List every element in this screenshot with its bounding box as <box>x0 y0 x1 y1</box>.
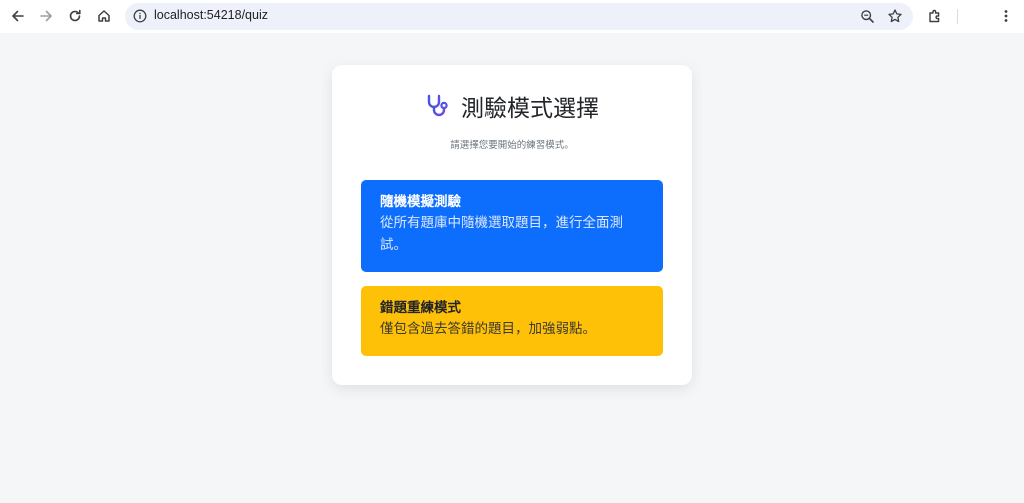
address-bar[interactable]: localhost:54218/quiz <box>125 3 913 30</box>
home-icon <box>98 10 110 22</box>
back-button[interactable] <box>4 2 32 30</box>
stethoscope-icon <box>427 94 448 117</box>
reload-button[interactable] <box>61 2 89 30</box>
wrong-question-review-button[interactable]: 錯題重練模式 僅包含過去答錯的題目，加強弱點。 <box>361 286 663 356</box>
toolbar-divider <box>957 9 958 24</box>
info-icon[interactable] <box>133 9 147 23</box>
page-subtitle: 請選擇您要開始的練習模式。 <box>450 140 574 151</box>
forward-button[interactable] <box>32 2 60 30</box>
option-description: 僅包含過去答錯的題目，加強弱點。 <box>380 321 596 337</box>
page-header: 測驗模式選擇 <box>332 89 692 123</box>
option-title: 錯題重練模式 <box>380 300 461 316</box>
option-description: 從所有題庫中隨機選取題目，進行全面測試。 <box>380 215 623 253</box>
puzzle-icon <box>929 9 940 23</box>
arrow-left-icon <box>12 10 24 22</box>
url-text[interactable]: localhost:54218/quiz <box>154 8 268 22</box>
quiz-mode-card: 測驗模式選擇 請選擇您要開始的練習模式。 隨機模擬測驗 從所有題庫中隨機選取題目… <box>332 65 692 385</box>
extensions-button[interactable] <box>921 2 949 30</box>
arrow-right-icon <box>40 10 52 22</box>
page-title: 測驗模式選擇 <box>461 96 599 122</box>
random-mock-exam-button[interactable]: 隨機模擬測驗 從所有題庫中隨機選取題目，進行全面測試。 <box>361 180 663 272</box>
zoom-icon[interactable] <box>860 9 875 24</box>
home-button[interactable] <box>90 2 118 30</box>
browser-toolbar: localhost:54218/quiz <box>0 0 1024 33</box>
reload-icon <box>69 9 81 22</box>
star-icon[interactable] <box>887 8 903 24</box>
option-title: 隨機模擬測驗 <box>380 194 461 210</box>
browser-menu-button[interactable] <box>992 2 1020 30</box>
kebab-menu-icon <box>1004 10 1008 22</box>
